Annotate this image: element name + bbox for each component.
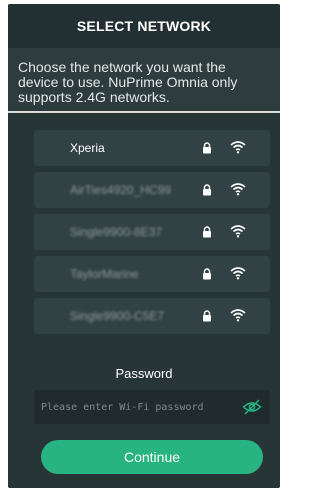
header-bar: SELECT NETWORK — [8, 4, 280, 48]
network-name: Single9900-C5E7 — [70, 309, 165, 323]
network-item[interactable]: Xperia — [34, 130, 270, 166]
continue-button[interactable]: Continue — [41, 440, 263, 474]
network-name: TaylorMarine — [70, 267, 139, 281]
password-label: Password — [115, 366, 173, 381]
wifi-icon — [230, 309, 246, 322]
lock-icon — [203, 142, 211, 154]
divider — [8, 111, 280, 113]
password-input[interactable] — [34, 400, 243, 414]
wifi-icon — [230, 183, 246, 196]
network-item[interactable]: Single9900-C5E7 — [34, 298, 270, 334]
password-field — [34, 390, 270, 424]
lock-icon — [203, 268, 211, 280]
network-name: Xperia — [70, 141, 105, 155]
network-name: Single9900-8E37 — [70, 225, 163, 239]
eye-slash-icon[interactable] — [242, 398, 262, 416]
lock-icon — [203, 184, 211, 196]
lock-icon — [203, 226, 211, 238]
wifi-icon — [230, 267, 246, 280]
network-item[interactable]: AirTies4920_HC99 — [34, 172, 270, 208]
network-item[interactable]: Single9900-8E37 — [34, 214, 270, 250]
lock-icon — [203, 310, 211, 322]
network-item[interactable]: TaylorMarine — [34, 256, 270, 292]
select-network-screen: SELECT NETWORK Choose the network you wa… — [8, 4, 280, 488]
network-name: AirTies4920_HC99 — [70, 183, 171, 197]
network-list: Xperia AirTies4920_HC99 Single9900-8E37 … — [34, 130, 270, 334]
wifi-icon — [230, 225, 246, 238]
instructions-text: Choose the network you want the device t… — [8, 48, 280, 111]
page-title: SELECT NETWORK — [76, 18, 212, 34]
wifi-icon — [230, 141, 246, 154]
